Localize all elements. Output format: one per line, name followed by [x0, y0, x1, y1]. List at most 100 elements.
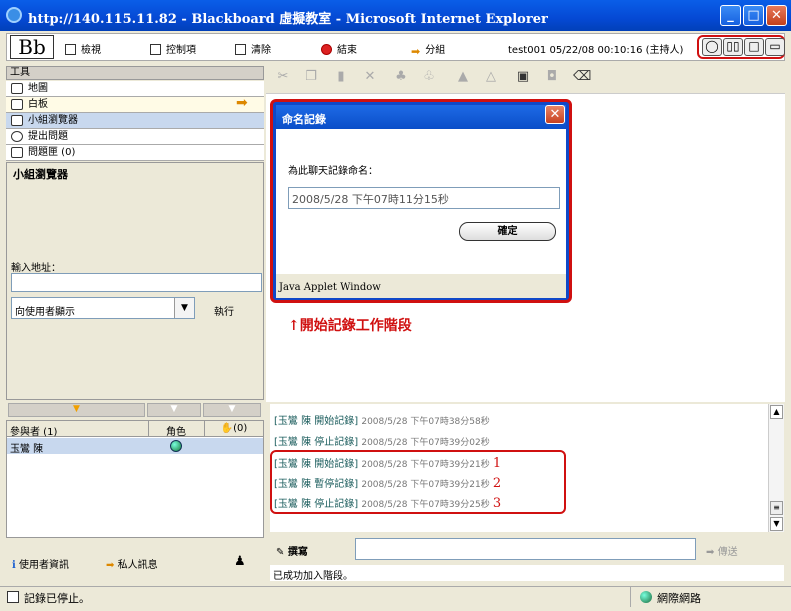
record-pause-button[interactable]: ▯▯	[723, 38, 743, 56]
tool-group-browser[interactable]: 小組瀏覽器	[6, 113, 264, 129]
paste-icon[interactable]: ▮	[334, 70, 348, 84]
tools-header: 工具	[6, 66, 264, 80]
chat-log: [玉鸞 陳 開始記錄] 2008/5/28 下午07時38分58秒 [玉鸞 陳 …	[270, 404, 768, 532]
chat-line: [玉鸞 陳 開始記錄] 2008/5/28 下午07時38分58秒	[274, 412, 490, 427]
arrow-right-icon: ➡	[106, 560, 115, 571]
dialog-title: 命名記錄	[276, 105, 566, 129]
view-menu[interactable]: 檢視	[65, 41, 101, 56]
chat-author: [玉鸞 陳 開始記錄]	[274, 416, 359, 427]
role-column-header[interactable]: 角色	[148, 421, 203, 438]
chat-input[interactable]	[355, 538, 696, 560]
copy-icon[interactable]: ❐	[304, 70, 318, 84]
minimize-button[interactable]: _	[720, 5, 741, 26]
breakout-button[interactable]: ➡ 分組	[411, 41, 446, 58]
maximize-button[interactable]: □	[743, 5, 764, 26]
participant-actions: i 使用者資訊 ➡ 私人訊息 ♟	[6, 548, 264, 578]
scroll-thumb[interactable]: ≡	[770, 501, 783, 515]
map-icon	[11, 83, 23, 94]
close-window-button[interactable]: ✕	[766, 5, 787, 26]
tool-ask-question-label: 提出問題	[28, 131, 68, 142]
group-browser-title: 小組瀏覽器	[13, 168, 68, 181]
scroll-down-icon[interactable]: ▼	[770, 517, 783, 531]
user-info-button[interactable]: i 使用者資訊	[12, 556, 69, 571]
record-archive-button[interactable]: ▭	[765, 38, 785, 56]
security-zone: 網際網路	[657, 592, 701, 605]
applet-footer: Java Applet Window	[276, 274, 566, 298]
chat-status: 已成功加入階段。	[270, 565, 784, 582]
hand-count: (0)	[233, 423, 248, 434]
classroom-toolbar: Bb 檢視 控制項 清除 結束 ➡ 分組 test001 05/22/08 00:…	[6, 33, 785, 61]
user-icon[interactable]: ♟	[234, 554, 246, 569]
participants-header[interactable]: 參與者 (1)	[10, 423, 57, 438]
bring-front-icon[interactable]: ▲	[456, 70, 470, 84]
record-start-button[interactable]: ◯	[702, 38, 722, 56]
send-button[interactable]: ➡ 傳送	[706, 543, 738, 558]
ie-logo-icon	[6, 7, 22, 23]
end-icon	[321, 44, 332, 55]
record-stop-button[interactable]: □	[744, 38, 764, 56]
dialog-close-button[interactable]: ✕	[545, 105, 565, 124]
tool-ask-question[interactable]: 提出問題	[6, 129, 264, 145]
arrow-right-icon: ➡	[706, 547, 715, 558]
participant-row[interactable]: 玉鸞 陳	[7, 438, 263, 455]
address-label: 輸入地址：	[11, 263, 61, 274]
camera-icon[interactable]: ◘	[545, 70, 559, 84]
chat-marker: 1	[492, 456, 502, 471]
private-message-label: 私人訊息	[117, 560, 158, 571]
scroll-up-icon[interactable]: ▲	[770, 405, 783, 419]
select-icon[interactable]: ▣	[516, 70, 530, 84]
chat-marker: 2	[492, 476, 502, 491]
pause-icon: ▯▯	[726, 39, 740, 53]
tool-question-inbox-label: 問題匣 (0)	[28, 147, 76, 158]
target-select[interactable]: 向使用者顯示 ▼	[11, 297, 195, 319]
chat-time: 2008/5/28 下午07時39分25秒	[361, 500, 490, 510]
chevron-down-icon[interactable]: ▼	[147, 403, 201, 417]
chat-line: [玉鸞 陳 開始記錄] 2008/5/28 下午07時39分21秒 1	[274, 455, 501, 471]
recording-name-input[interactable]: 2008/5/28 下午07時11分15秒	[288, 187, 560, 209]
question-icon	[11, 131, 23, 142]
tool-question-inbox[interactable]: 問題匣 (0)	[6, 145, 264, 161]
participant-name: 玉鸞 陳	[10, 444, 44, 455]
tool-map[interactable]: 地圖	[6, 81, 264, 97]
arrow-right-icon: ➡	[411, 45, 421, 58]
view-icon	[65, 44, 76, 55]
group-icon[interactable]: ♣	[394, 70, 408, 84]
chevron-down-icon[interactable]: ▼	[8, 403, 145, 417]
view-label: 檢視	[81, 45, 101, 56]
globe-icon	[170, 440, 182, 452]
globe-icon	[640, 591, 652, 603]
clear-menu[interactable]: 清除	[235, 41, 271, 56]
end-label: 結束	[337, 45, 357, 56]
hand-column-header[interactable]: ✋(0)	[204, 421, 263, 436]
group-browser-panel: 小組瀏覽器 輸入地址： 向使用者顯示 ▼ 執行	[6, 162, 264, 400]
tool-whiteboard[interactable]: 白板 ➡	[6, 96, 264, 113]
chat-author: [玉鸞 陳 停止記錄]	[274, 437, 359, 448]
chat-line: [玉鸞 陳 停止記錄] 2008/5/28 下午07時39分02秒	[274, 433, 490, 448]
window-title-bar[interactable]: http://140.115.11.82 - Blackboard 虛擬教室 -…	[0, 0, 791, 31]
eraser-icon[interactable]: ⌫	[573, 70, 591, 84]
info-icon: i	[12, 560, 16, 571]
cut-icon[interactable]: ✂	[276, 70, 290, 84]
chat-scrollbar[interactable]: ▲ ≡ ▼	[768, 404, 784, 532]
chevron-down-icon[interactable]: ▼	[203, 403, 261, 417]
window-title: http://140.115.11.82 - Blackboard 虛擬教室 -…	[28, 12, 548, 27]
ok-button[interactable]: 確定	[459, 222, 556, 241]
compose-label-text: 撰寫	[287, 547, 308, 558]
private-message-button[interactable]: ➡ 私人訊息	[106, 556, 158, 571]
chat-time: 2008/5/28 下午07時38分58秒	[361, 417, 490, 427]
breakout-label: 分組	[425, 45, 446, 56]
controls-menu[interactable]: 控制項	[150, 41, 196, 56]
chat-time: 2008/5/28 下午07時39分21秒	[361, 480, 490, 490]
delete-icon[interactable]: ✕	[363, 70, 377, 84]
tool-map-label: 地圖	[28, 83, 48, 94]
send-back-icon[interactable]: △	[484, 70, 498, 84]
dialog-body: 為此聊天記錄命名： 2008/5/28 下午07時11分15秒 確定	[276, 129, 566, 274]
address-input[interactable]	[11, 273, 262, 292]
run-button[interactable]: 執行	[214, 303, 234, 318]
participants-table: 參與者 (1) 角色 ✋(0) 玉鸞 陳	[6, 420, 264, 538]
end-button[interactable]: 結束	[321, 41, 357, 56]
folder-icon: ▭	[769, 39, 781, 53]
chevron-down-icon[interactable]: ▼	[174, 298, 194, 318]
ungroup-icon[interactable]: ♧	[422, 70, 436, 84]
user-info-label: 使用者資訊	[19, 560, 69, 571]
